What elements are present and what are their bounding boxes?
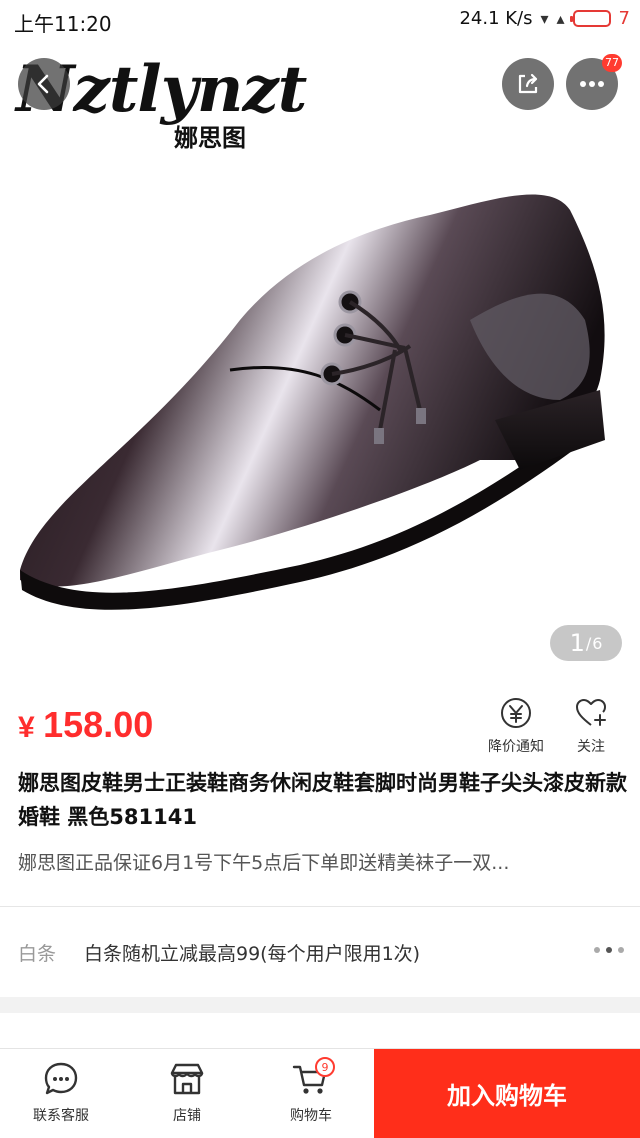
promo-row[interactable]: 白条 白条随机立减最高99(每个用户限用1次) xyxy=(0,907,640,997)
heart-plus-icon xyxy=(576,699,606,726)
more-dots-icon xyxy=(580,81,604,87)
status-indicators: 24.1 K/s ▾ ▴ 7 xyxy=(459,8,630,29)
product-shoe-image xyxy=(20,194,605,610)
product-subtitle: 娜思图正品保证6月1号下午5点后下单即送精美袜子一双... xyxy=(18,852,510,874)
chevron-left-icon xyxy=(37,74,49,94)
follow-label: 关注 xyxy=(577,739,605,755)
image-page-indicator: 1 / 6 xyxy=(550,625,622,661)
follow-button[interactable]: 关注 xyxy=(574,696,608,756)
chat-bubble-icon xyxy=(41,1059,81,1099)
product-info-card: ¥ 158.00 降价通知 关注 娜思图皮鞋男士正装鞋商务休闲皮鞋套脚时尚男鞋子… xyxy=(0,678,640,906)
cart-icon: 9 xyxy=(291,1057,335,1099)
battery-icon xyxy=(569,10,611,27)
cart-label: 购物车 xyxy=(290,1108,332,1124)
price-alert-icon xyxy=(501,698,531,728)
price-alert-label: 降价通知 xyxy=(488,739,544,755)
add-to-cart-button[interactable]: 加入购物车 xyxy=(374,1049,640,1138)
product-title: 娜思图皮鞋男士正装鞋商务休闲皮鞋套脚时尚男鞋子尖头漆皮新款婚鞋 黑色581141 xyxy=(18,771,627,829)
bottom-action-bar: 联系客服 店铺 9 购物车 加入购物车 xyxy=(0,1048,640,1138)
back-button[interactable] xyxy=(18,58,70,110)
share-icon xyxy=(518,73,538,94)
store-icon xyxy=(167,1059,207,1099)
price-amount: 158.00 xyxy=(43,704,154,745)
battery-level: 7 xyxy=(618,8,630,29)
network-speed: 24.1 K/s xyxy=(459,8,533,29)
product-image-gallery[interactable]: 上午11:20 24.1 K/s ▾ ▴ 7 Nztlynzt 娜思图 77 1… xyxy=(0,0,640,678)
contact-service-label: 联系客服 xyxy=(33,1108,89,1124)
promo-label: 白条 xyxy=(18,943,57,965)
share-button[interactable] xyxy=(502,58,554,110)
cart-count-badge: 9 xyxy=(315,1057,335,1077)
price-alert-button[interactable]: 降价通知 xyxy=(488,696,544,756)
signal-icon: ▴ xyxy=(556,9,565,28)
promo-text: 白条随机立减最高99(每个用户限用1次) xyxy=(84,943,421,965)
status-bar: 上午11:20 24.1 K/s ▾ ▴ 7 xyxy=(0,0,640,44)
status-time: 上午11:20 xyxy=(14,12,112,36)
cart-button[interactable]: 9 购物车 xyxy=(266,1057,356,1125)
wifi-icon: ▾ xyxy=(540,9,549,28)
image-page-current: 1 xyxy=(569,629,585,657)
store-label: 店铺 xyxy=(173,1108,201,1124)
store-button[interactable]: 店铺 xyxy=(142,1059,232,1125)
contact-service-button[interactable]: 联系客服 xyxy=(16,1059,106,1125)
more-button[interactable]: 77 xyxy=(566,54,622,110)
image-page-total: 6 xyxy=(592,633,603,653)
promo-more-icon xyxy=(594,947,624,953)
product-price: ¥ 158.00 xyxy=(18,704,153,746)
message-count-badge: 77 xyxy=(602,54,622,72)
image-page-separator: / xyxy=(585,633,592,653)
price-currency: ¥ xyxy=(18,711,35,744)
